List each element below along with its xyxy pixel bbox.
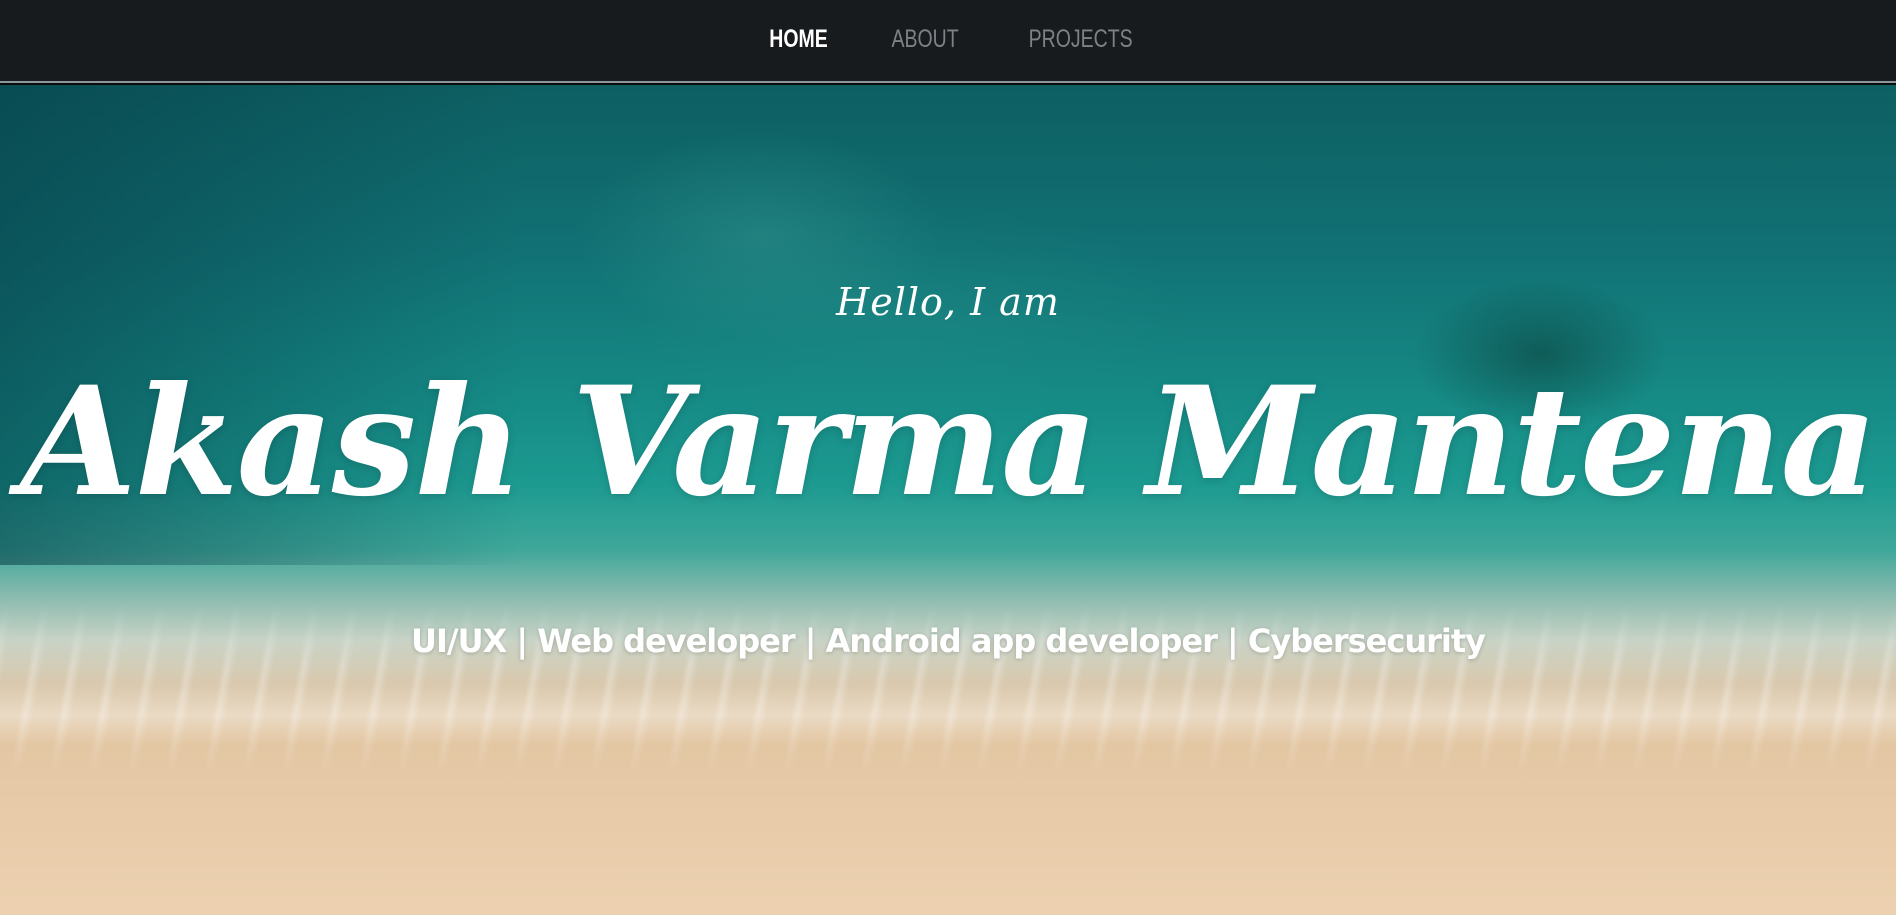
nav-home-link[interactable]: HOME bbox=[769, 25, 828, 54]
hero-roles: UI/UX | Web developer | Android app deve… bbox=[411, 622, 1486, 660]
wave-foam-line bbox=[0, 685, 1896, 745]
nav-projects-link[interactable]: PROJECTS bbox=[1029, 25, 1133, 54]
top-navbar: HOME ABOUT PROJECTS bbox=[0, 0, 1896, 83]
nav-about-link[interactable]: ABOUT bbox=[891, 25, 958, 54]
portfolio-page: HOME ABOUT PROJECTS Hello, I am Akash Va… bbox=[0, 0, 1896, 915]
hero-greeting: Hello, I am bbox=[836, 280, 1060, 324]
hero-name: Akash Varma Mantena bbox=[20, 354, 1877, 530]
hero-section: Hello, I am Akash Varma Mantena UI/UX | … bbox=[0, 85, 1896, 915]
nav-links: HOME ABOUT PROJECTS bbox=[0, 25, 1896, 54]
